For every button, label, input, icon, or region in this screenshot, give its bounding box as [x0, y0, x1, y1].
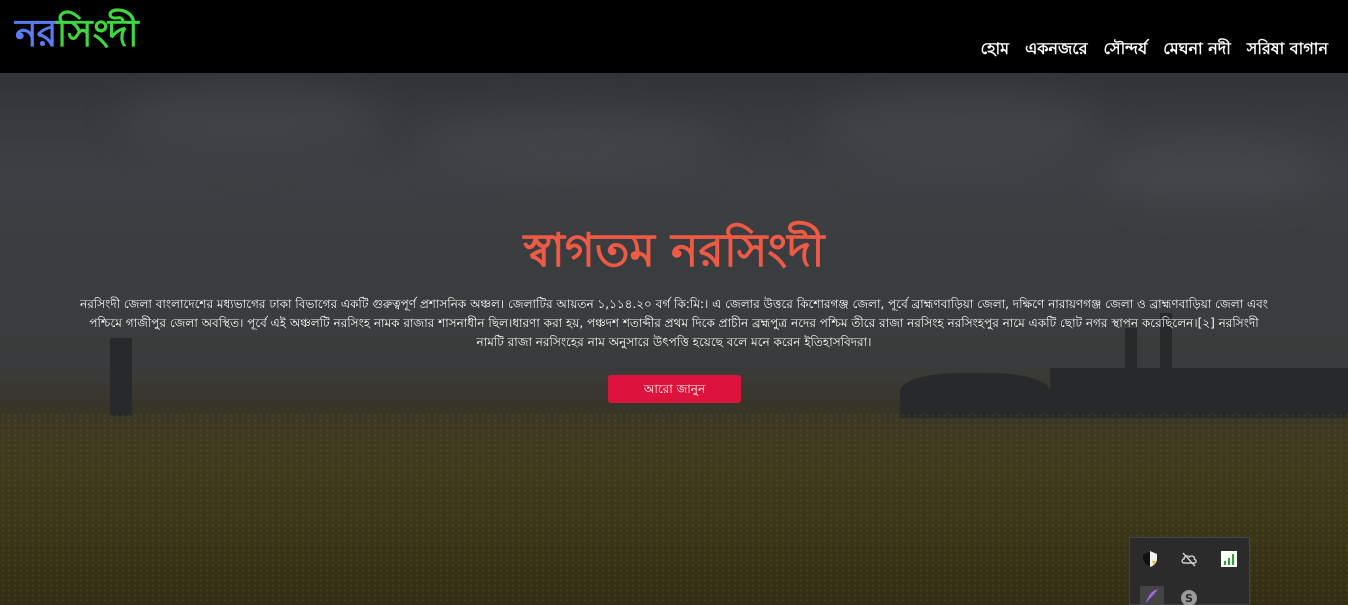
nav-beauty-link[interactable]: সৌন্দর্য [1104, 38, 1148, 60]
top-navbar: নরসিংদী হোম একনজরে সৌন্দর্য মেঘনা নদী সর… [0, 0, 1348, 73]
site-logo[interactable]: নরসিংদী [15, 8, 139, 58]
svg-text:S: S [1185, 592, 1193, 605]
nav-mustard-garden-link[interactable]: সরিষা বাগান [1247, 38, 1328, 60]
hero-section: স্বাগতম নরসিংদী নরসিংদী জেলা বাংলাদেশের … [0, 73, 1348, 605]
learn-more-button[interactable]: আরো জানুন [608, 375, 741, 403]
logo-part-1: নর [15, 11, 58, 55]
nav-meghna-river-link[interactable]: মেঘনা নদী [1163, 38, 1231, 60]
logo-part-2: সিংদী [56, 11, 139, 55]
nav-overview-link[interactable]: একনজরে [1025, 38, 1087, 60]
hero-description: নরসিংদী জেলা বাংলাদেশের মধ্যভাগের ঢাকা ব… [80, 297, 1268, 349]
security-shield-icon[interactable] [1140, 549, 1160, 569]
cloud-offline-icon[interactable] [1179, 549, 1199, 569]
main-nav: হোম একনজরে সৌন্দর্য মেঘনা নদী সরিষা বাগা… [981, 38, 1328, 60]
hero-title: স্বাগতম নরসিংদী [523, 223, 825, 277]
feather-pen-icon[interactable] [1140, 586, 1164, 605]
skype-icon[interactable]: S [1179, 588, 1199, 605]
network-signal-icon[interactable] [1219, 549, 1239, 569]
system-tray-popup: S [1129, 537, 1250, 605]
nav-home-link[interactable]: হোম [981, 38, 1009, 60]
